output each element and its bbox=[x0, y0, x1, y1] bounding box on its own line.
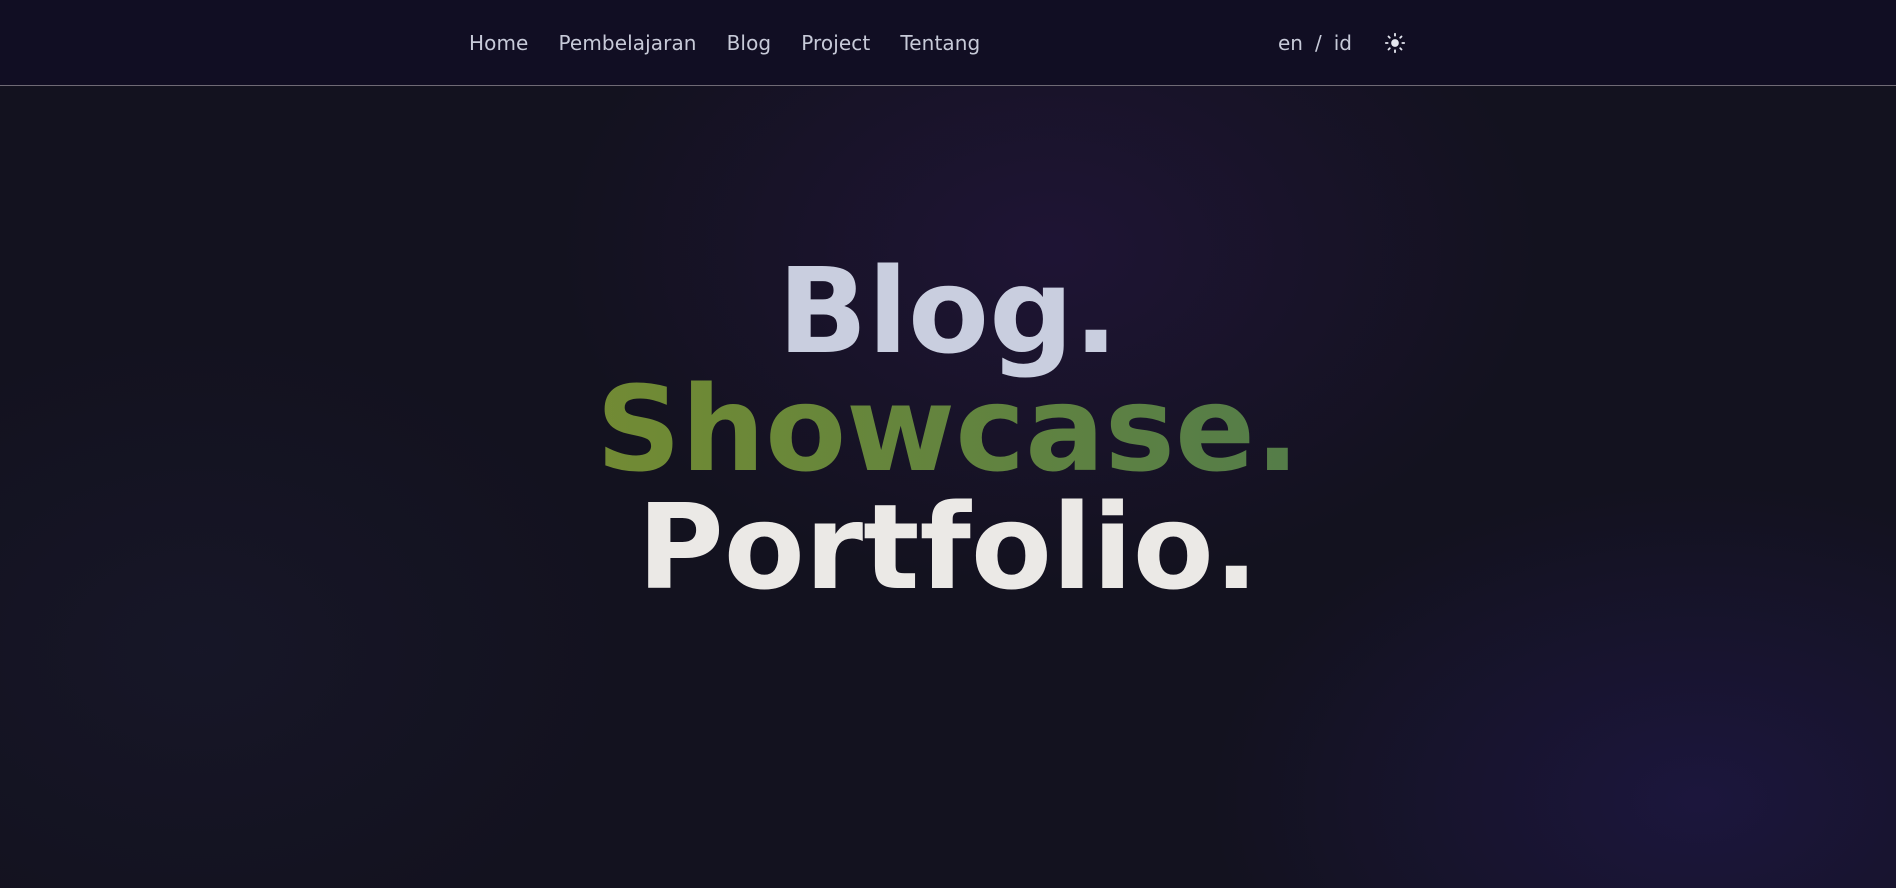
sun-icon bbox=[1384, 32, 1406, 53]
lang-id-link[interactable]: id bbox=[1334, 31, 1352, 55]
lang-en-link[interactable]: en bbox=[1278, 31, 1303, 55]
nav-link-tentang[interactable]: Tentang bbox=[900, 31, 980, 55]
hero-line-portfolio: Portfolio. bbox=[637, 478, 1259, 616]
nav-right: en / id bbox=[1278, 0, 1407, 85]
theme-toggle-button[interactable] bbox=[1383, 31, 1407, 55]
lang-separator: / bbox=[1314, 30, 1322, 55]
navbar: Home Pembelajaran Blog Project Tentang e… bbox=[0, 0, 1896, 86]
nav-link-blog[interactable]: Blog bbox=[727, 31, 772, 55]
nav-link-project[interactable]: Project bbox=[801, 31, 870, 55]
nav-link-home[interactable]: Home bbox=[469, 31, 528, 55]
hero-line-blog: Blog. bbox=[777, 242, 1119, 380]
nav-link-pembelajaran[interactable]: Pembelajaran bbox=[558, 31, 696, 55]
main-nav: Home Pembelajaran Blog Project Tentang bbox=[469, 0, 1010, 85]
hero-line-showcase: Showcase. bbox=[0, 370, 1896, 488]
page: Home Pembelajaran Blog Project Tentang e… bbox=[0, 0, 1896, 888]
hero-heading: Blog. Showcase. Portfolio. bbox=[0, 252, 1896, 606]
